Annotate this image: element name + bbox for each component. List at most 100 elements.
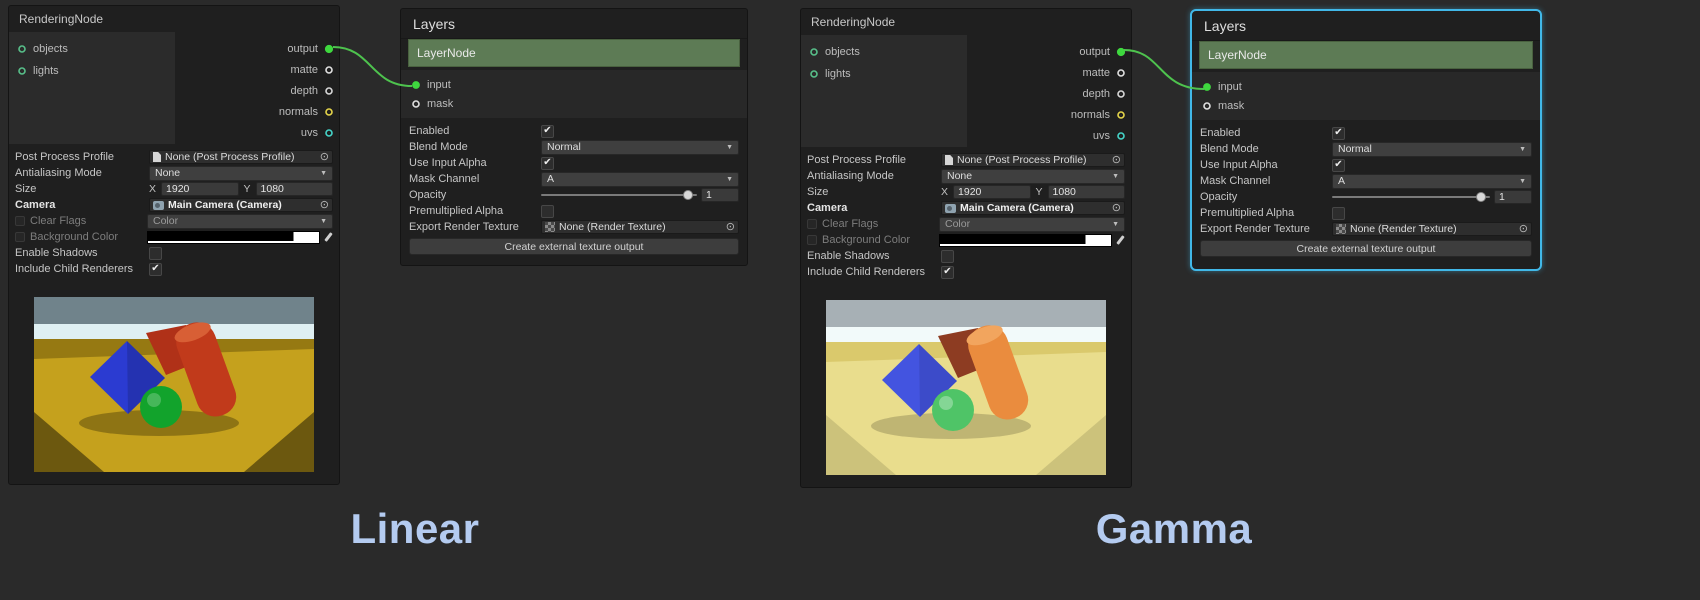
- output-port-matte[interactable]: matte: [965, 62, 1131, 83]
- slider-knob[interactable]: [1476, 192, 1486, 202]
- port-label: matte: [1082, 67, 1110, 79]
- node-properties: Post Process Profile None (Post Process …: [9, 144, 339, 277]
- clear-flags-override-checkbox[interactable]: [15, 216, 25, 226]
- size-x-value: 1920: [958, 186, 981, 198]
- clear-flags-dropdown[interactable]: Color ▼: [939, 217, 1125, 232]
- output-port-uvs[interactable]: uvs: [173, 122, 339, 143]
- object-picker-icon[interactable]: ⊙: [1112, 203, 1121, 214]
- object-picker-icon[interactable]: ⊙: [1112, 155, 1121, 166]
- input-port-input[interactable]: input: [401, 75, 747, 94]
- enabled-checkbox[interactable]: ✔: [1332, 127, 1345, 140]
- output-port-depth[interactable]: depth: [173, 80, 339, 101]
- premultiplied-alpha-checkbox[interactable]: [541, 205, 554, 218]
- mask-channel-dropdown[interactable]: A ▼: [541, 172, 739, 187]
- property-label: Antialiasing Mode: [15, 167, 149, 179]
- background-color-override-checkbox[interactable]: [807, 235, 817, 245]
- input-port-mask[interactable]: mask: [401, 94, 747, 113]
- post-process-profile-field[interactable]: None (Post Process Profile) ⊙: [941, 153, 1125, 167]
- background-color-field[interactable]: [147, 231, 320, 244]
- green-sphere: [140, 386, 182, 428]
- node-title: RenderingNode: [9, 6, 339, 32]
- enabled-checkbox[interactable]: ✔: [541, 125, 554, 138]
- output-port-uvs[interactable]: uvs: [965, 125, 1131, 146]
- opacity-slider[interactable]: [541, 188, 697, 202]
- output-port-output[interactable]: output: [965, 41, 1131, 62]
- mask-channel-dropdown[interactable]: A ▼: [1332, 174, 1532, 189]
- input-port-objects[interactable]: objects: [9, 38, 175, 60]
- property-label: Clear Flags: [822, 218, 939, 230]
- input-port-input[interactable]: input: [1192, 77, 1540, 96]
- object-picker-icon[interactable]: ⊙: [726, 222, 735, 233]
- blend-mode-dropdown[interactable]: Normal ▼: [541, 140, 739, 155]
- eyedropper-icon[interactable]: [1116, 234, 1125, 247]
- file-icon: [153, 152, 161, 162]
- enable-shadows-checkbox[interactable]: [149, 247, 162, 260]
- object-field-value: Main Camera (Camera): [168, 199, 316, 211]
- layers-panel-gamma[interactable]: Layers LayerNode input mask Enabled ✔ Bl…: [1190, 9, 1542, 271]
- camera-field[interactable]: Main Camera (Camera) ⊙: [149, 198, 333, 212]
- opacity-input[interactable]: 1: [701, 188, 739, 202]
- include-child-renderers-checkbox[interactable]: ✔: [941, 266, 954, 279]
- rendering-node-linear[interactable]: RenderingNode objects lights output matt…: [8, 5, 340, 485]
- node-title: RenderingNode: [801, 9, 1131, 35]
- include-child-renderers-checkbox[interactable]: ✔: [149, 263, 162, 276]
- slider-knob[interactable]: [683, 190, 693, 200]
- premultiplied-alpha-checkbox[interactable]: [1332, 207, 1345, 220]
- opacity-input[interactable]: 1: [1494, 190, 1532, 204]
- chevron-down-icon: ▼: [320, 170, 327, 177]
- object-picker-icon[interactable]: ⊙: [320, 152, 329, 163]
- antialiasing-mode-dropdown[interactable]: None ▼: [941, 169, 1125, 184]
- export-render-texture-field[interactable]: None (Render Texture) ⊙: [1332, 222, 1532, 236]
- input-port-lights[interactable]: lights: [801, 63, 967, 85]
- axis-y-label: Y: [1036, 186, 1043, 198]
- object-picker-icon[interactable]: ⊙: [320, 200, 329, 211]
- use-input-alpha-checkbox[interactable]: ✔: [541, 157, 554, 170]
- object-field-value: None (Render Texture): [1350, 223, 1515, 235]
- output-port-depth[interactable]: depth: [965, 83, 1131, 104]
- blend-mode-dropdown[interactable]: Normal ▼: [1332, 142, 1532, 157]
- object-field-value: Main Camera (Camera): [960, 202, 1108, 214]
- use-input-alpha-checkbox[interactable]: ✔: [1332, 159, 1345, 172]
- eyedropper-icon[interactable]: [324, 231, 333, 244]
- output-port-matte[interactable]: matte: [173, 59, 339, 80]
- output-port-normals[interactable]: normals: [965, 104, 1131, 125]
- rendering-node-gamma[interactable]: RenderingNode objects lights output matt…: [800, 8, 1132, 488]
- export-render-texture-field[interactable]: None (Render Texture) ⊙: [541, 220, 739, 234]
- layer-node-header[interactable]: LayerNode: [1199, 41, 1533, 69]
- size-y-input[interactable]: 1080: [256, 182, 333, 196]
- output-port-normals[interactable]: normals: [173, 101, 339, 122]
- post-process-profile-field[interactable]: None (Post Process Profile) ⊙: [149, 150, 333, 164]
- property-label: Enabled: [1200, 127, 1332, 139]
- chevron-down-icon: ▼: [1112, 221, 1119, 228]
- object-picker-icon[interactable]: ⊙: [1519, 224, 1528, 235]
- dropdown-value: A: [547, 173, 726, 185]
- port-label: input: [1218, 81, 1242, 93]
- input-port-objects[interactable]: objects: [801, 41, 967, 63]
- layer-node-header[interactable]: LayerNode: [408, 39, 740, 67]
- opacity-value: 1: [1499, 191, 1505, 203]
- property-label: Blend Mode: [1200, 143, 1332, 155]
- input-port-mask[interactable]: mask: [1192, 96, 1540, 115]
- background-color-override-checkbox[interactable]: [15, 232, 25, 242]
- size-x-input[interactable]: 1920: [161, 182, 238, 196]
- clear-flags-override-checkbox[interactable]: [807, 219, 817, 229]
- enable-shadows-checkbox[interactable]: [941, 250, 954, 263]
- port-dot-icon: [1116, 110, 1126, 120]
- size-y-input[interactable]: 1080: [1048, 185, 1125, 199]
- antialiasing-mode-dropdown[interactable]: None ▼: [149, 166, 333, 181]
- camera-field[interactable]: Main Camera (Camera) ⊙: [941, 201, 1125, 215]
- background-color-field[interactable]: [939, 234, 1112, 247]
- port-dot-icon: [324, 65, 334, 75]
- create-external-texture-output-button[interactable]: Create external texture output: [409, 238, 739, 255]
- input-port-lights[interactable]: lights: [9, 60, 175, 82]
- layers-panel-linear[interactable]: Layers LayerNode input mask Enabled ✔ Bl…: [400, 8, 748, 266]
- create-external-texture-output-button[interactable]: Create external texture output: [1200, 240, 1532, 257]
- axis-x-label: X: [149, 183, 156, 195]
- chevron-down-icon: ▼: [1519, 178, 1526, 185]
- opacity-slider[interactable]: [1332, 190, 1490, 204]
- clear-flags-dropdown[interactable]: Color ▼: [147, 214, 333, 229]
- output-port-output[interactable]: output: [173, 38, 339, 59]
- caption-linear: Linear: [330, 505, 500, 553]
- property-label: Background Color: [30, 231, 147, 243]
- size-x-input[interactable]: 1920: [953, 185, 1030, 199]
